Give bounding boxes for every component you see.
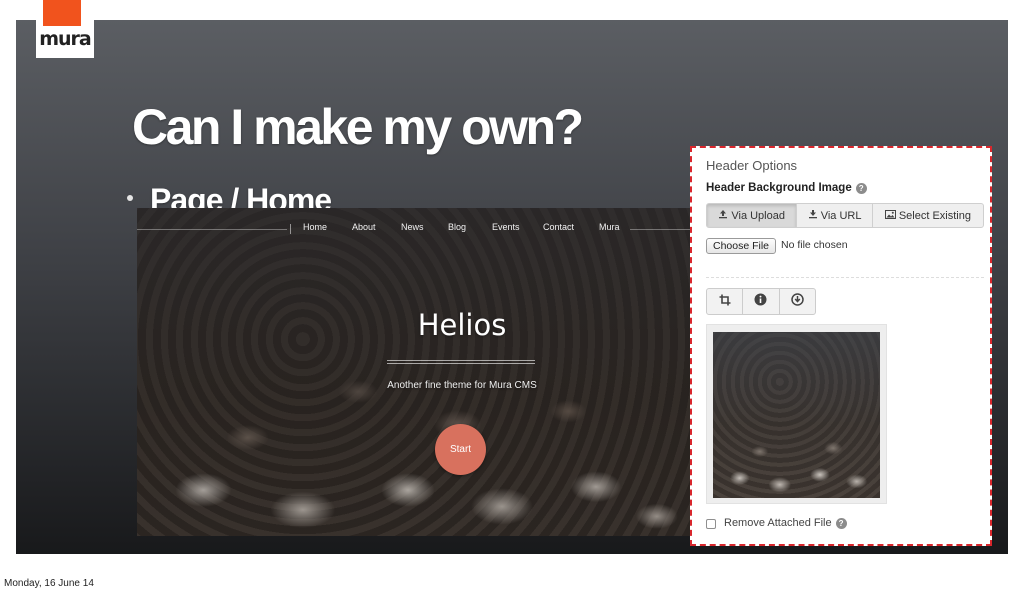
remove-file-checkbox[interactable] <box>706 519 716 529</box>
preview-shade <box>137 208 690 536</box>
tab-select-existing[interactable]: Select Existing <box>873 204 983 227</box>
hero-tagline: Another fine theme for Mura CMS <box>387 380 537 391</box>
website-preview: Home About News Blog Events Contact Mura… <box>137 208 690 536</box>
nav-separator <box>290 224 291 234</box>
nav-line-right <box>630 229 690 230</box>
download-icon <box>808 209 818 222</box>
crop-icon <box>719 293 731 311</box>
field-label-text: Header Background Image <box>706 182 852 194</box>
choose-file-button[interactable]: Choose File <box>706 238 776 254</box>
field-label: Header Background Image? <box>706 182 867 194</box>
tab-label: Select Existing <box>898 209 971 222</box>
preview-nav: Home About News Blog Events Contact Mura <box>137 222 690 236</box>
remove-file-label: Remove Attached File? <box>724 517 847 529</box>
info-icon <box>754 293 767 311</box>
hero-title: Helios <box>417 308 507 342</box>
nav-item-events[interactable]: Events <box>492 222 520 232</box>
crop-button[interactable] <box>707 289 744 314</box>
mura-logo: mura <box>36 0 94 58</box>
tab-via-upload[interactable]: Via Upload <box>707 204 798 227</box>
thumbnail-shade <box>713 332 880 498</box>
nav-line-left <box>137 229 287 230</box>
logo-tab <box>43 0 81 26</box>
help-icon[interactable]: ? <box>855 183 867 194</box>
image-toolbar <box>706 288 816 315</box>
nav-item-home[interactable]: Home <box>303 222 327 232</box>
nav-item-mura[interactable]: Mura <box>599 222 620 232</box>
info-button[interactable] <box>743 289 780 314</box>
upload-tabs: Via Upload Via URL Select Existing <box>706 203 984 228</box>
no-file-chosen-text: No file chosen <box>781 239 848 251</box>
panel-title: Header Options <box>706 158 798 173</box>
start-button[interactable]: Start <box>435 424 486 475</box>
header-options-panel: Header Options Header Background Image? … <box>690 146 992 546</box>
download-button[interactable] <box>780 289 815 314</box>
bullet-dot <box>127 195 133 201</box>
hero-rule <box>387 360 535 364</box>
tab-label: Via URL <box>820 209 862 222</box>
logo-text: mura <box>39 28 92 50</box>
image-thumbnail[interactable] <box>713 332 880 498</box>
remove-file-label-text: Remove Attached File <box>724 517 832 529</box>
nav-item-news[interactable]: News <box>401 222 424 232</box>
divider <box>706 277 984 278</box>
nav-item-blog[interactable]: Blog <box>448 222 466 232</box>
upload-icon <box>718 209 728 222</box>
footer-date: Monday, 16 June 14 <box>4 578 94 589</box>
image-icon <box>884 209 896 222</box>
download-circle-icon <box>791 292 804 311</box>
help-icon[interactable]: ? <box>835 518 847 529</box>
tab-via-url[interactable]: Via URL <box>797 204 873 227</box>
tab-label: Via Upload <box>731 209 785 222</box>
nav-item-about[interactable]: About <box>352 222 376 232</box>
nav-item-contact[interactable]: Contact <box>543 222 574 232</box>
image-thumbnail-frame <box>706 324 887 504</box>
slide-title: Can I make my own? <box>132 99 584 155</box>
